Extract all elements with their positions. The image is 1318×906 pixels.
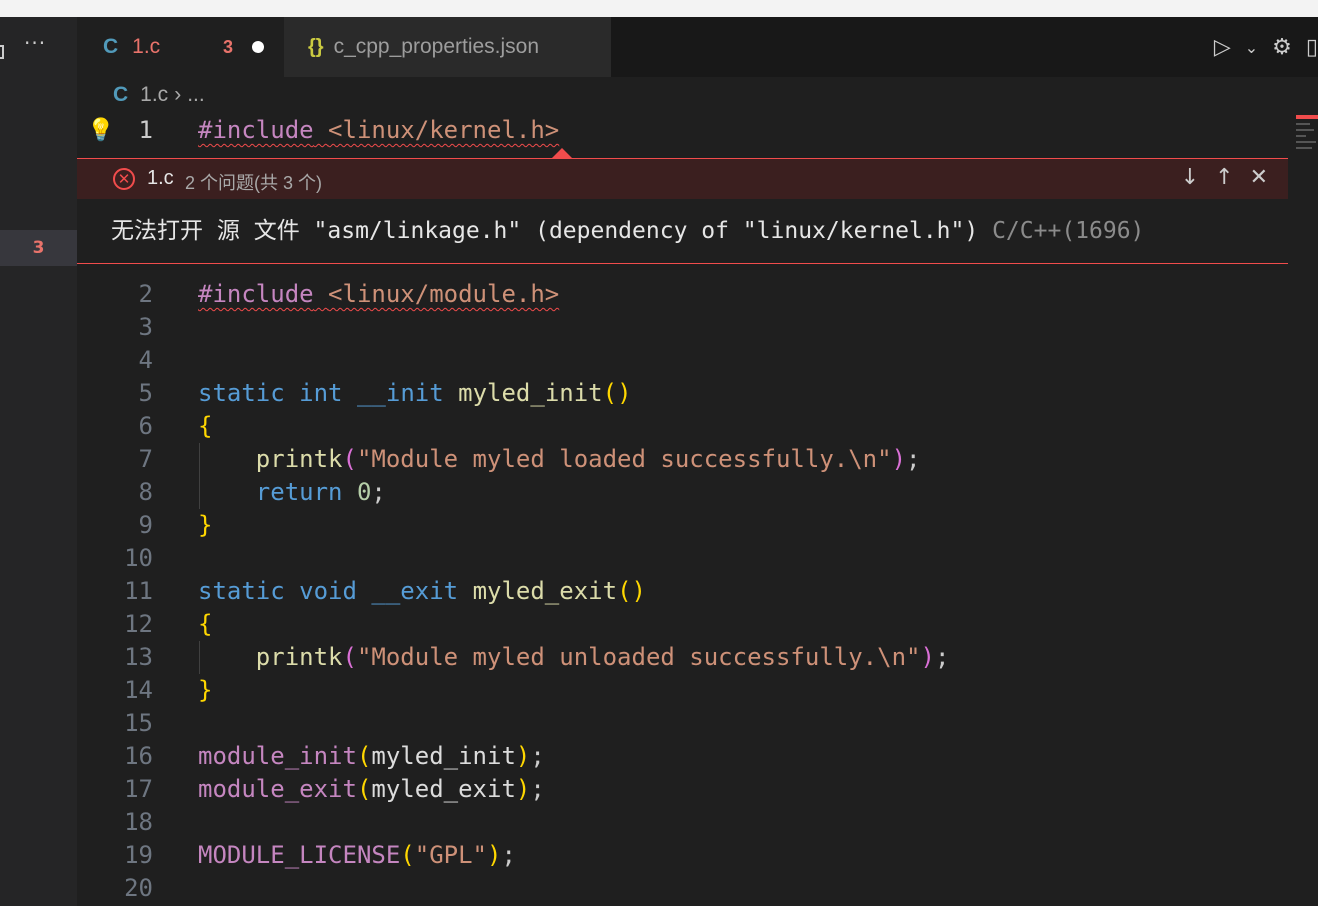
chevron-down-icon[interactable]: ⌄	[1245, 38, 1258, 57]
tab-c-cpp-properties[interactable]: {} c_cpp_properties.json	[284, 17, 611, 77]
code-line[interactable]: 10	[77, 542, 1292, 575]
code-text: static void __exit myled_exit()	[198, 577, 646, 605]
code-line[interactable]: 14 }	[77, 674, 1292, 707]
unsaved-dot-icon[interactable]	[252, 41, 264, 53]
line-number: 20	[124, 874, 153, 902]
line-number: 18	[124, 808, 153, 836]
code-line[interactable]: 7 printk("Module myled loaded successful…	[77, 443, 1292, 476]
breadcrumb: C 1.c › ...	[113, 83, 205, 107]
code-line[interactable]: 3	[77, 311, 1292, 344]
code-text: {	[198, 412, 213, 440]
code-text: printk("Module myled loaded successfully…	[255, 445, 921, 473]
peek-pointer	[552, 148, 572, 158]
code-text: module_init(myled_init);	[198, 742, 545, 770]
line-number: 19	[124, 841, 153, 869]
line-number: 3	[138, 313, 153, 341]
code-line[interactable]: 17 module_exit(myled_exit);	[77, 773, 1292, 806]
close-icon[interactable]: ✕	[1250, 165, 1268, 190]
peek-toolbar: ↓ ↑ ✕	[1165, 165, 1268, 190]
more-actions-icon[interactable]: ···	[24, 31, 46, 55]
c-file-icon: C	[113, 83, 129, 106]
code-line[interactable]: 13 printk("Module myled unloaded success…	[77, 641, 1292, 674]
line-number: 14	[124, 676, 153, 704]
code-line[interactable]: 2 #include <linux/module.h>	[77, 278, 1292, 311]
code-line[interactable]: 5 static int __init myled_init()	[77, 377, 1292, 410]
tab-1c[interactable]: C 1.c 3	[77, 17, 284, 77]
left-sidebar: ··· 3	[0, 17, 77, 906]
split-editor-icon[interactable]: ▯	[1306, 35, 1318, 60]
error-code[interactable]: C/C++(1696)	[992, 218, 1144, 244]
run-icon[interactable]: ▷	[1214, 35, 1231, 60]
code-line[interactable]: 9 }	[77, 509, 1292, 542]
minimap-error-marker	[1296, 115, 1318, 119]
c-file-icon: C	[103, 35, 119, 58]
minimap-line	[1296, 129, 1314, 131]
gear-icon[interactable]: ⚙	[1272, 35, 1292, 60]
code-text: }	[198, 676, 213, 704]
previous-problem-icon[interactable]: ↑	[1215, 165, 1233, 190]
breadcrumb-separator: ›	[174, 83, 182, 106]
editor-actions: ▷ ⌄ ⚙ ▯	[1214, 17, 1318, 77]
code-line[interactable]: 19 MODULE_LICENSE("GPL");	[77, 839, 1292, 872]
minimap-line	[1296, 123, 1310, 125]
code-line[interactable]: 8 return 0;	[77, 476, 1292, 509]
code-text: #include <linux/kernel.h>	[198, 116, 560, 144]
minimap-line	[1296, 141, 1316, 143]
line-number: 11	[124, 577, 153, 605]
code-text: printk("Module myled unloaded successful…	[255, 643, 950, 671]
problem-peek-widget: ✕ 1.c 2 个问题(共 3 个) ↓ ↑ ✕ 无法打开 源 文件 "asm/…	[77, 158, 1288, 264]
code-line[interactable]: 12 {	[77, 608, 1292, 641]
minimap-line	[1296, 147, 1312, 149]
line-number: 10	[124, 544, 153, 572]
line-number: 6	[138, 412, 153, 440]
code-line[interactable]: 15	[77, 707, 1292, 740]
line-number: 2	[138, 280, 153, 308]
tab-label: c_cpp_properties.json	[333, 35, 540, 58]
code-line[interactable]: 11 static void __exit myled_exit()	[77, 575, 1292, 608]
line-number: 17	[124, 775, 153, 803]
tab-bar: C 1.c 3 {} c_cpp_properties.json	[77, 17, 1318, 77]
indent-guide	[199, 443, 200, 509]
line-number: 1	[138, 116, 153, 144]
code-text: {	[198, 610, 213, 638]
breadcrumb-file[interactable]: 1.c	[140, 83, 168, 107]
indent-guide	[199, 641, 200, 674]
minimap-line	[1296, 135, 1306, 137]
line-number: 16	[124, 742, 153, 770]
peek-file: 1.c	[147, 167, 174, 189]
code-text: MODULE_LICENSE("GPL");	[198, 841, 516, 869]
line-number: 15	[124, 709, 153, 737]
line-number: 8	[138, 478, 153, 506]
code-line[interactable]: 18	[77, 806, 1292, 839]
code-line[interactable]: 6 {	[77, 410, 1292, 443]
code-text: #include <linux/module.h>	[198, 280, 560, 308]
code-line[interactable]: 20	[77, 872, 1292, 905]
code-text: }	[198, 511, 213, 539]
code-line[interactable]: 16 module_init(myled_init);	[77, 740, 1292, 773]
line-number: 13	[124, 643, 153, 671]
peek-header: ✕ 1.c 2 个问题(共 3 个) ↓ ↑ ✕	[77, 159, 1288, 199]
problems-badge[interactable]: 3	[0, 230, 77, 266]
window-top-strip	[0, 0, 1318, 17]
peek-problem-count: 2 个问题(共 3 个)	[185, 173, 323, 193]
code-line[interactable]: 💡 1 #include <linux/kernel.h>	[77, 114, 1292, 147]
tab-problem-count: 3	[223, 36, 234, 57]
code-text: static int __init myled_init()	[198, 379, 632, 407]
problem-message: 无法打开 源 文件 "asm/linkage.h" (dependency of…	[111, 218, 1145, 244]
tab-label: 1.c	[132, 35, 161, 58]
line-number: 5	[138, 379, 153, 407]
error-icon: ✕	[113, 168, 135, 190]
panel-edge-icon[interactable]	[0, 45, 4, 59]
breadcrumb-symbols[interactable]: ...	[187, 83, 205, 107]
code-text: module_exit(myled_exit);	[198, 775, 545, 803]
minimap[interactable]	[1290, 77, 1318, 906]
code-line[interactable]: 4	[77, 344, 1292, 377]
line-number: 4	[138, 346, 153, 374]
next-problem-icon[interactable]: ↓	[1181, 165, 1199, 190]
line-number: 12	[124, 610, 153, 638]
line-number: 9	[138, 511, 153, 539]
line-number: 7	[138, 445, 153, 473]
json-file-icon: {}	[308, 35, 324, 58]
code-text: return 0;	[255, 478, 386, 506]
